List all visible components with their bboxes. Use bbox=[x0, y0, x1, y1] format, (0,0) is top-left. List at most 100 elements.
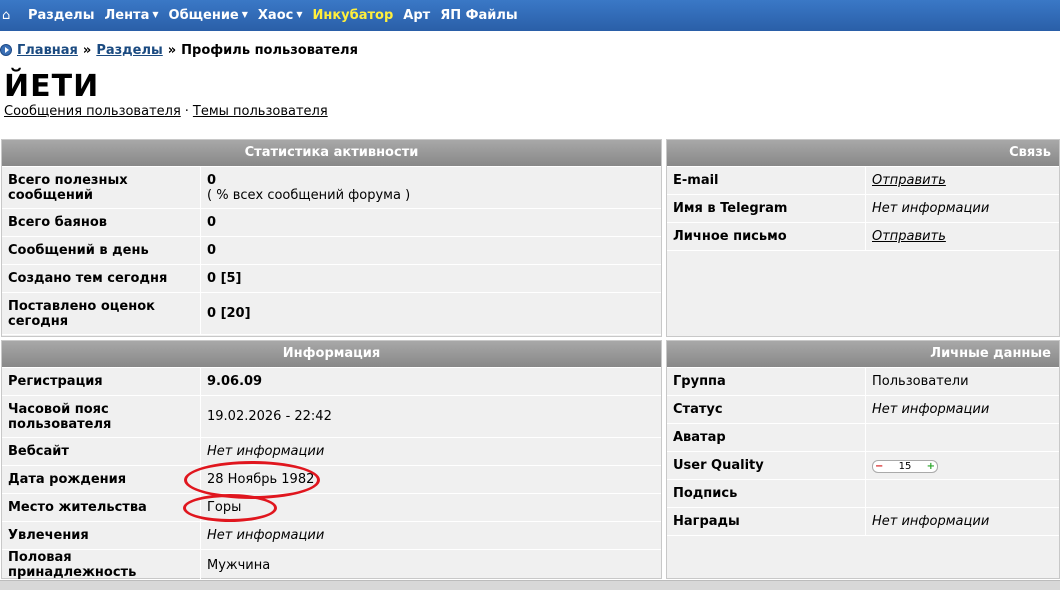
info-value: Мужчина bbox=[200, 549, 661, 581]
annotation-circle-location bbox=[183, 494, 277, 522]
table-row: Часовой пояс пользователя 19.02.2026 - 2… bbox=[2, 395, 661, 438]
chevron-down-icon: ▼ bbox=[241, 10, 248, 19]
info-label: Увлечения bbox=[2, 521, 201, 550]
contact-value: Отправить bbox=[865, 167, 1059, 195]
table-row: User Quality − 15 + bbox=[667, 451, 1059, 480]
personal-value: − 15 + bbox=[865, 451, 1059, 480]
personal-value: Нет информации bbox=[865, 395, 1059, 424]
home-icon[interactable]: ⌂ bbox=[2, 8, 16, 23]
table-row: Имя в Telegram Нет информации bbox=[667, 194, 1059, 223]
table-row: Поставлено оценок сегодня 0 [20] bbox=[2, 292, 661, 335]
info-label: Половая принадлежность bbox=[2, 549, 201, 581]
contact-label: E-mail bbox=[667, 167, 866, 195]
breadcrumb-sections-link[interactable]: Разделы bbox=[96, 43, 162, 58]
info-panel-title: Информация bbox=[2, 341, 661, 368]
personal-label: Награды bbox=[667, 507, 866, 536]
breadcrumb-separator: » bbox=[167, 42, 177, 58]
info-value: 9.06.09 bbox=[200, 368, 661, 396]
nav-item-files[interactable]: ЯП Файлы bbox=[440, 8, 517, 23]
breadcrumb: Главная » Разделы » Профиль пользователя bbox=[0, 42, 358, 58]
personal-value: Нет информации bbox=[865, 507, 1059, 536]
send-email-link[interactable]: Отправить bbox=[872, 173, 946, 188]
nav-item-chaos[interactable]: Хаос ▼ bbox=[258, 8, 303, 23]
table-row: Всего полезных сообщений 0( % всех сообщ… bbox=[2, 167, 661, 209]
nav-item-incubator[interactable]: Инкубатор bbox=[313, 8, 394, 23]
table-row: Статус Нет информации bbox=[667, 395, 1059, 424]
info-value: Нет информации bbox=[200, 521, 661, 550]
nav-item-sections[interactable]: Разделы bbox=[28, 8, 94, 23]
info-label: Дата рождения bbox=[2, 465, 201, 494]
stat-label: Сообщений в день bbox=[2, 236, 201, 265]
table-row: Награды Нет информации bbox=[667, 507, 1059, 536]
info-table: Регистрация 9.06.09 Часовой пояс пользов… bbox=[2, 368, 661, 581]
contact-table: E-mail Отправить Имя в Telegram Нет инфо… bbox=[667, 167, 1059, 251]
send-message-link[interactable]: Отправить bbox=[872, 229, 946, 244]
breadcrumb-home-link[interactable]: Главная bbox=[17, 43, 78, 58]
rating-value: 15 bbox=[898, 461, 912, 472]
table-row: Личное письмо Отправить bbox=[667, 222, 1059, 251]
table-row: Подпись bbox=[667, 479, 1059, 508]
personal-label: Группа bbox=[667, 368, 866, 396]
user-quality-rating: − 15 + bbox=[872, 460, 938, 473]
personal-value bbox=[865, 423, 1059, 452]
info-label: Место жительства bbox=[2, 493, 201, 522]
personal-value bbox=[865, 479, 1059, 508]
annotation-circle-birthdate bbox=[184, 461, 320, 499]
table-row: Вебсайт Нет информации bbox=[2, 437, 661, 466]
personal-label: Подпись bbox=[667, 479, 866, 508]
info-label: Часовой пояс пользователя bbox=[2, 395, 201, 438]
chevron-down-icon: ▼ bbox=[296, 10, 303, 19]
table-row: Создано тем сегодня 0 [5] bbox=[2, 264, 661, 293]
stat-label: Всего баянов bbox=[2, 208, 201, 237]
table-row: Половая принадлежность Мужчина bbox=[2, 549, 661, 581]
stat-label: Поставлено оценок сегодня bbox=[2, 292, 201, 335]
stats-panel: Статистика активности Всего полезных соо… bbox=[1, 139, 662, 337]
table-row: Аватар bbox=[667, 423, 1059, 452]
personal-value: Пользователи bbox=[865, 368, 1059, 396]
table-row: E-mail Отправить bbox=[667, 167, 1059, 195]
info-panel: Информация Регистрация 9.06.09 Часовой п… bbox=[1, 340, 662, 581]
table-row: Увлечения Нет информации bbox=[2, 521, 661, 550]
nav-item-feed[interactable]: Лента ▼ bbox=[104, 8, 158, 23]
stats-table: Всего полезных сообщений 0( % всех сообщ… bbox=[2, 167, 661, 335]
table-row: Сообщений в день 0 bbox=[2, 236, 661, 265]
page-title: ЙЕТИ bbox=[4, 69, 100, 104]
stat-value: 0( % всех сообщений форума ) bbox=[200, 167, 661, 209]
stat-label: Создано тем сегодня bbox=[2, 264, 201, 293]
top-navigation-bar: ⌂ Разделы Лента ▼ Общение ▼ Хаос ▼ Инкубато… bbox=[0, 0, 1060, 31]
personal-label: Статус bbox=[667, 395, 866, 424]
stat-value: 0 [5] bbox=[200, 264, 661, 293]
nav-item-art[interactable]: Арт bbox=[403, 8, 430, 23]
link-separator: · bbox=[184, 104, 189, 119]
contact-value: Нет информации bbox=[865, 194, 1059, 223]
table-row: Регистрация 9.06.09 bbox=[2, 368, 661, 396]
chevron-down-icon: ▼ bbox=[152, 10, 159, 19]
stat-value: 0 bbox=[200, 208, 661, 237]
stat-value: 0 bbox=[200, 236, 661, 265]
table-row: Место жительства Горы bbox=[2, 493, 661, 522]
info-value: 19.02.2026 - 22:42 bbox=[200, 395, 661, 438]
nav-item-communication[interactable]: Общение ▼ bbox=[169, 8, 248, 23]
contact-label: Имя в Telegram bbox=[667, 194, 866, 223]
stat-value: 0 [20] bbox=[200, 292, 661, 335]
table-row: Всего баянов 0 bbox=[2, 208, 661, 237]
personal-panel-title: Личные данные bbox=[667, 341, 1059, 368]
personal-label: Аватар bbox=[667, 423, 866, 452]
rating-minus-button[interactable]: − bbox=[875, 461, 883, 472]
profile-links: Сообщения пользователя · Темы пользователя bbox=[4, 104, 328, 119]
table-row: Дата рождения 28 Ноябрь 1982 bbox=[2, 465, 661, 494]
stats-panel-title: Статистика активности bbox=[2, 140, 661, 167]
contact-label: Личное письмо bbox=[667, 222, 866, 251]
personal-panel: Личные данные Группа Пользователи Статус… bbox=[666, 340, 1060, 579]
personal-table: Группа Пользователи Статус Нет информаци… bbox=[667, 368, 1059, 536]
table-row: Группа Пользователи bbox=[667, 368, 1059, 396]
breadcrumb-separator: » bbox=[82, 42, 92, 58]
info-label: Регистрация bbox=[2, 368, 201, 396]
user-topics-link[interactable]: Темы пользователя bbox=[193, 104, 328, 119]
info-label: Вебсайт bbox=[2, 437, 201, 466]
contact-value: Отправить bbox=[865, 222, 1059, 251]
rating-plus-button[interactable]: + bbox=[927, 461, 935, 472]
contact-panel-title: Связь bbox=[667, 140, 1059, 167]
user-posts-link[interactable]: Сообщения пользователя bbox=[4, 104, 181, 119]
contact-panel: Связь E-mail Отправить Имя в Telegram Не… bbox=[666, 139, 1060, 337]
